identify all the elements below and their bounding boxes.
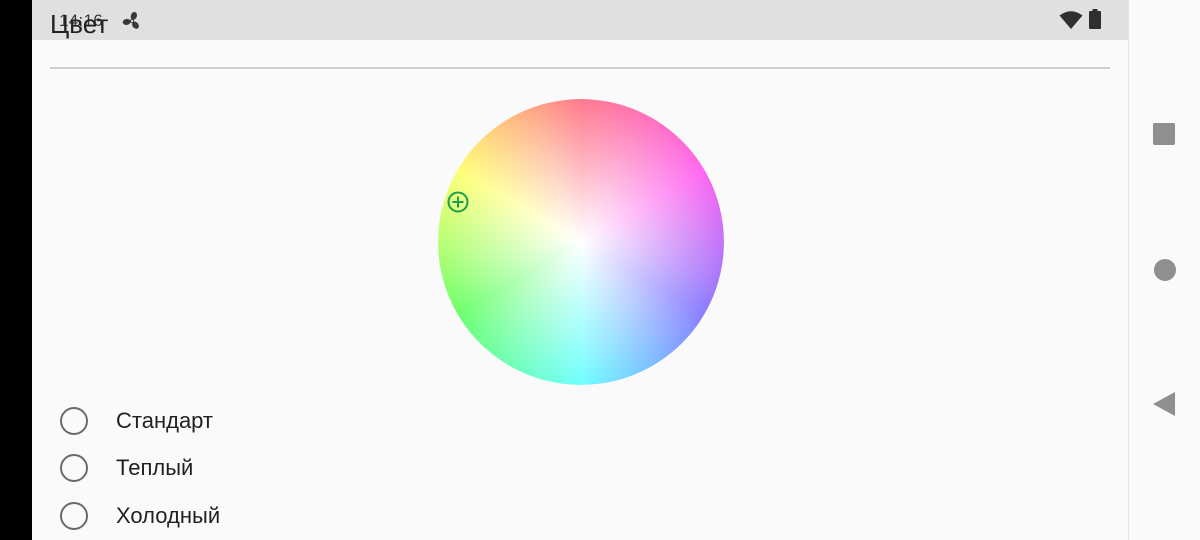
battery-icon bbox=[1089, 9, 1101, 29]
radio-circle[interactable] bbox=[60, 502, 88, 530]
recents-button[interactable] bbox=[1153, 123, 1175, 145]
radio-circle[interactable] bbox=[60, 454, 88, 482]
color-wheel-saturation bbox=[438, 99, 724, 385]
radio-label: Стандарт bbox=[116, 408, 214, 433]
section-title: Цвет bbox=[50, 9, 109, 39]
radio-option-cold[interactable]: Холодный bbox=[60, 496, 460, 536]
crosshair-plus-icon[interactable] bbox=[446, 190, 470, 214]
radio-label: Холодный bbox=[116, 503, 221, 528]
radio-label: Теплый bbox=[116, 455, 194, 480]
left-black-bar bbox=[0, 0, 32, 540]
back-button[interactable] bbox=[1152, 391, 1176, 417]
color-wheel[interactable] bbox=[438, 99, 724, 385]
radio-option-warm[interactable]: Теплый bbox=[60, 448, 460, 488]
navigation-bar bbox=[1128, 0, 1200, 540]
radio-option-standard[interactable]: Стандарт bbox=[60, 401, 460, 441]
fan-icon bbox=[122, 12, 139, 29]
home-button[interactable] bbox=[1154, 259, 1176, 281]
divider bbox=[50, 67, 1110, 69]
app-screen: 14:16 Цвет Стандарт Теплый Холодный bbox=[32, 0, 1128, 540]
status-bar: 14:16 bbox=[32, 0, 1128, 40]
radio-circle[interactable] bbox=[60, 407, 88, 435]
wifi-icon bbox=[1059, 11, 1083, 29]
